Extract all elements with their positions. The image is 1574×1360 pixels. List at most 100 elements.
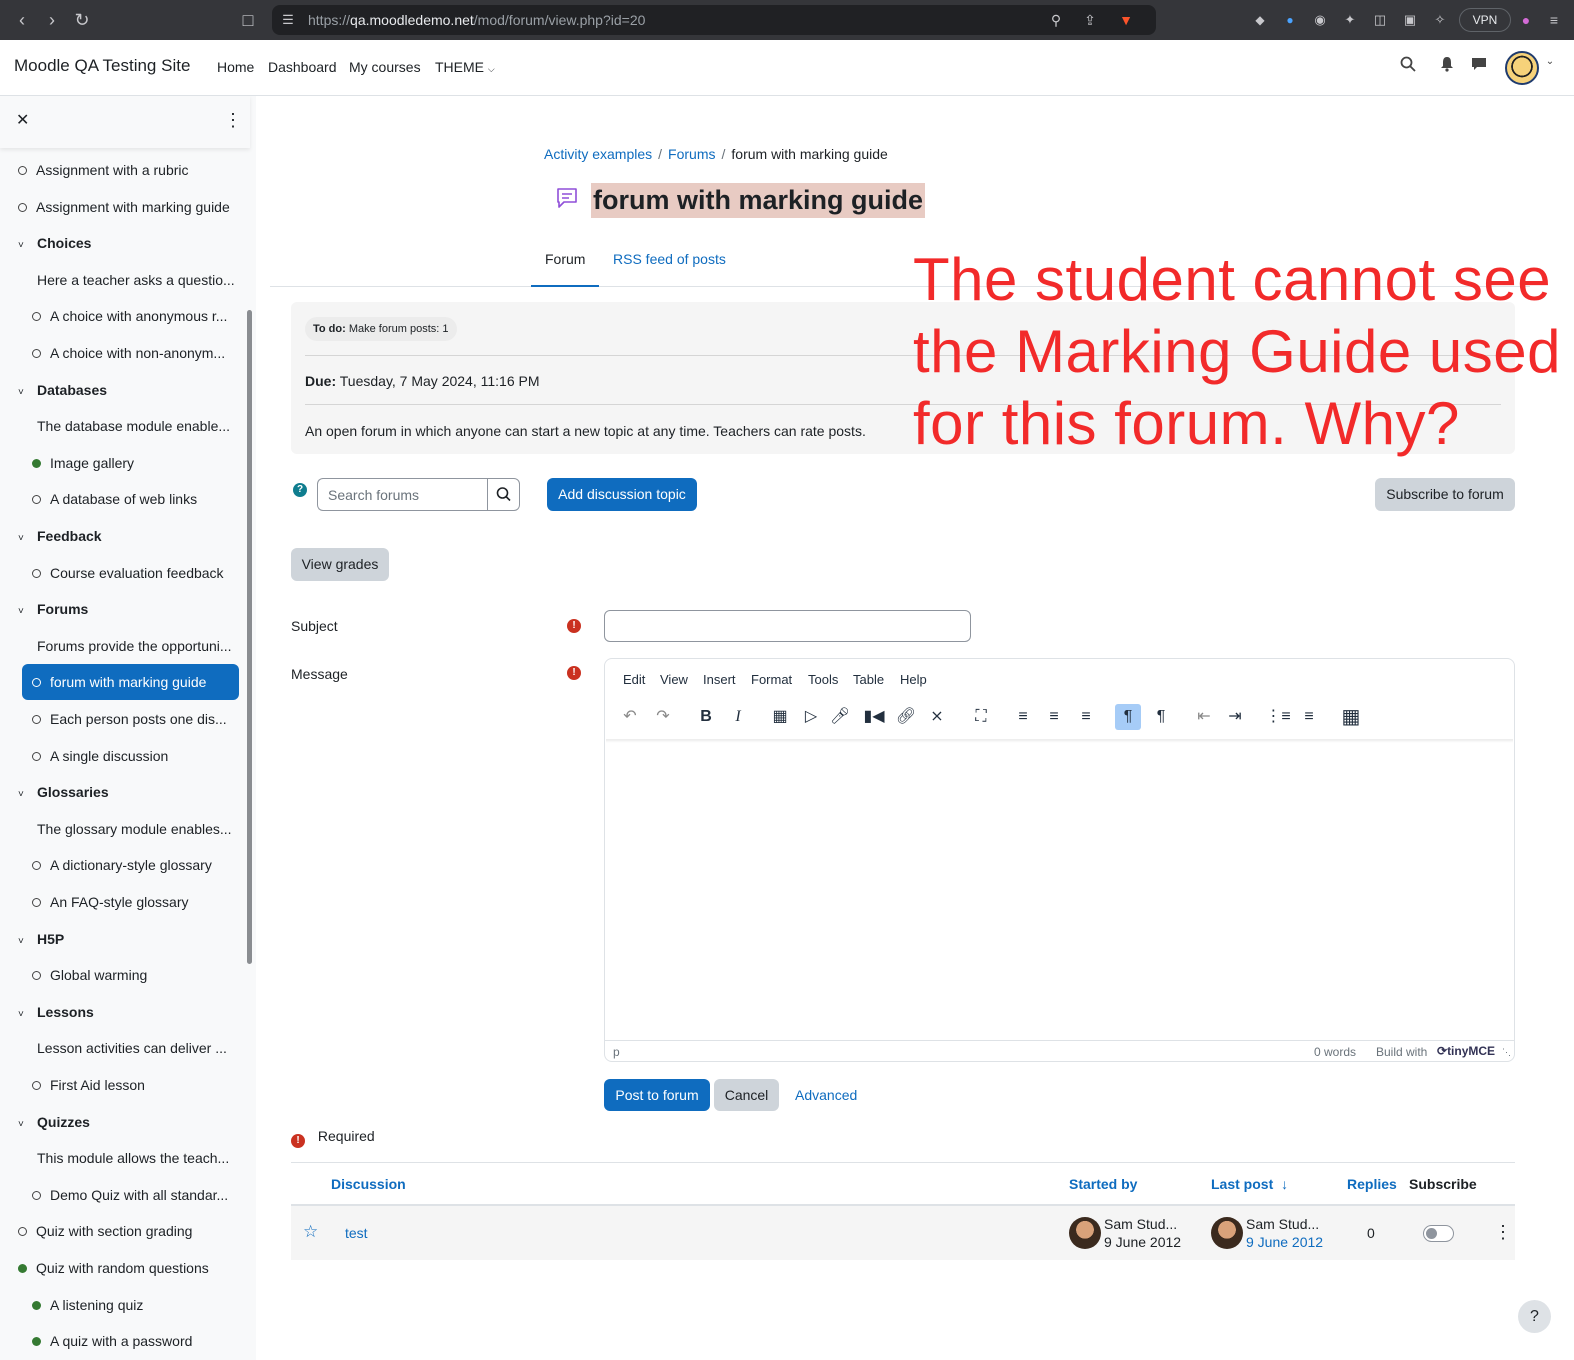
rtl-icon[interactable]: ¶ (1148, 704, 1174, 730)
editor-menu-edit[interactable]: Edit (623, 672, 645, 687)
section-summary[interactable]: The database module enable... (37, 408, 256, 444)
extensions-icon[interactable]: ✦ (1338, 8, 1362, 32)
editor-menu-insert[interactable]: Insert (703, 672, 736, 687)
editor-menu-view[interactable]: View (660, 672, 688, 687)
section-summary[interactable]: Forums provide the opportuni... (37, 628, 256, 664)
section-databases[interactable]: ˅ Databases (18, 372, 248, 408)
brave-shield-icon[interactable]: ▼ (1114, 8, 1138, 32)
redo-icon[interactable]: ↷ (650, 704, 676, 730)
course-index-item[interactable]: Image gallery (32, 445, 256, 481)
table-icon[interactable]: ▦ (1338, 704, 1364, 730)
drawer-scrollbar[interactable] (247, 310, 252, 964)
course-index-item[interactable]: Global warming (32, 957, 256, 993)
started-by-name[interactable]: Sam Stud... (1104, 1216, 1177, 1232)
indent-icon[interactable]: ⇥ (1222, 704, 1248, 730)
more-options-icon[interactable]: ⋮ (224, 110, 242, 131)
fullscreen-icon[interactable]: ⛶ (968, 704, 994, 730)
element-path[interactable]: p (613, 1045, 620, 1059)
record-audio-icon[interactable]: 🎤︎ (827, 704, 853, 730)
tab-rss-feed[interactable]: RSS feed of posts (599, 242, 740, 287)
site-name[interactable]: Moodle QA Testing Site (14, 56, 190, 76)
site-info-icon[interactable]: ☰ (276, 8, 300, 32)
post-to-forum-button[interactable]: Post to forum (604, 1079, 710, 1111)
align-right-icon[interactable]: ≡ (1073, 704, 1099, 730)
undo-icon[interactable]: ↶ (617, 704, 643, 730)
nav-theme[interactable]: THEME ⌵ (435, 59, 495, 75)
resize-handle-icon[interactable]: ⋱ (1502, 1047, 1511, 1058)
course-index-item[interactable]: A single discussion (32, 738, 256, 774)
extension-icon[interactable]: ◆ (1248, 8, 1272, 32)
profile-icon[interactable]: ● (1514, 8, 1538, 32)
editor-menu-help[interactable]: Help (900, 672, 927, 687)
search-button[interactable] (487, 478, 520, 511)
course-index-item[interactable]: Assignment with a rubric (18, 152, 248, 188)
align-center-icon[interactable]: ≡ (1041, 704, 1067, 730)
help-icon[interactable]: ? (293, 483, 307, 497)
course-index-item[interactable]: Each person posts one dis... (32, 701, 256, 737)
subscribe-toggle[interactable] (1423, 1225, 1454, 1242)
col-last-post[interactable]: Last post ↓ (1211, 1176, 1288, 1192)
section-summary[interactable]: Here a teacher asks a questio... (37, 262, 256, 298)
reload-icon[interactable]: ↻ (70, 8, 94, 32)
course-index-item[interactable]: A database of web links (32, 481, 256, 517)
media-icon[interactable]: ▷ (798, 704, 824, 730)
course-index-item[interactable]: A listening quiz (32, 1287, 256, 1323)
last-post-date[interactable]: 9 June 2012 (1246, 1234, 1323, 1250)
section-quizzes[interactable]: ˅ Quizzes (18, 1104, 248, 1140)
course-index-item[interactable]: Quiz with random questions (18, 1250, 248, 1286)
section-summary[interactable]: The glossary module enables... (37, 811, 256, 847)
unlink-icon[interactable]: ⨯ (924, 704, 950, 730)
zoom-icon[interactable]: ⚲ (1044, 8, 1068, 32)
course-index-item[interactable]: First Aid lesson (32, 1067, 256, 1103)
back-icon[interactable]: ‹ (10, 8, 34, 32)
bold-icon[interactable]: B (693, 704, 719, 730)
course-index-item[interactable]: forum with marking guide (22, 664, 239, 700)
editor-menu-tools[interactable]: Tools (808, 672, 838, 687)
sidebar-icon[interactable]: ◫ (1368, 8, 1392, 32)
chevron-down-icon[interactable]: ⌄ (1540, 56, 1560, 78)
more-actions-icon[interactable]: ⋮ (1494, 1222, 1512, 1243)
nav-dashboard[interactable]: Dashboard (268, 59, 337, 75)
nav-my-courses[interactable]: My courses (349, 59, 421, 75)
col-started-by[interactable]: Started by (1069, 1176, 1137, 1192)
record-video-icon[interactable]: ▮◀ (861, 704, 887, 730)
breadcrumb-activity-examples[interactable]: Activity examples (544, 146, 652, 162)
section-lessons[interactable]: ˅ Lessons (18, 994, 248, 1030)
section-glossaries[interactable]: ˅ Glossaries (18, 774, 248, 810)
col-replies[interactable]: Replies (1347, 1176, 1397, 1192)
star-icon[interactable]: ☆ (303, 1222, 318, 1242)
align-left-icon[interactable]: ≡ (1010, 704, 1036, 730)
user-avatar[interactable] (1505, 51, 1539, 85)
italic-icon[interactable]: I (725, 704, 751, 730)
course-index-item[interactable]: Quiz with section grading (18, 1213, 248, 1249)
word-count[interactable]: 0 words (1314, 1045, 1356, 1059)
leo-ai-icon[interactable]: ✧ (1428, 8, 1452, 32)
section-summary[interactable]: Lesson activities can deliver ... (37, 1030, 256, 1066)
extension-icon[interactable]: ● (1278, 8, 1302, 32)
course-index-item[interactable]: A dictionary-style glossary (32, 847, 256, 883)
course-index-item[interactable]: A choice with non-anonym... (32, 335, 256, 371)
replies-count[interactable]: 0 (1367, 1225, 1375, 1241)
breadcrumb-forums[interactable]: Forums (668, 146, 715, 162)
view-grades-button[interactable]: View grades (291, 548, 389, 581)
address-bar[interactable]: ☰ https://qa.moodledemo.net/mod/forum/vi… (272, 5, 1156, 35)
section-feedback[interactable]: ˅ Feedback (18, 518, 248, 554)
tinymce-logo[interactable]: ⟳tinyMCE (1437, 1044, 1495, 1058)
ltr-icon[interactable]: ¶ (1115, 704, 1141, 730)
subscribe-to-forum-button[interactable]: Subscribe to forum (1375, 478, 1515, 511)
search-forums-input[interactable] (317, 478, 488, 511)
course-index-item[interactable]: A choice with anonymous r... (32, 298, 256, 334)
message-textarea[interactable] (606, 739, 1513, 1039)
avatar[interactable] (1211, 1217, 1243, 1249)
numbered-list-icon[interactable]: ≡ (1296, 704, 1322, 730)
bookmark-icon[interactable]: □ (236, 8, 260, 32)
bell-icon[interactable] (1437, 56, 1457, 78)
share-icon[interactable]: ⇪ (1078, 8, 1102, 32)
last-post-name[interactable]: Sam Stud... (1246, 1216, 1319, 1232)
section-h5p[interactable]: ˅ H5P (18, 921, 248, 957)
password-manager-icon[interactable]: ◉ (1308, 8, 1332, 32)
subject-input[interactable] (604, 610, 971, 642)
course-index-item[interactable]: Course evaluation feedback (32, 555, 256, 591)
editor-menu-table[interactable]: Table (853, 672, 884, 687)
tab-forum[interactable]: Forum (531, 242, 600, 287)
